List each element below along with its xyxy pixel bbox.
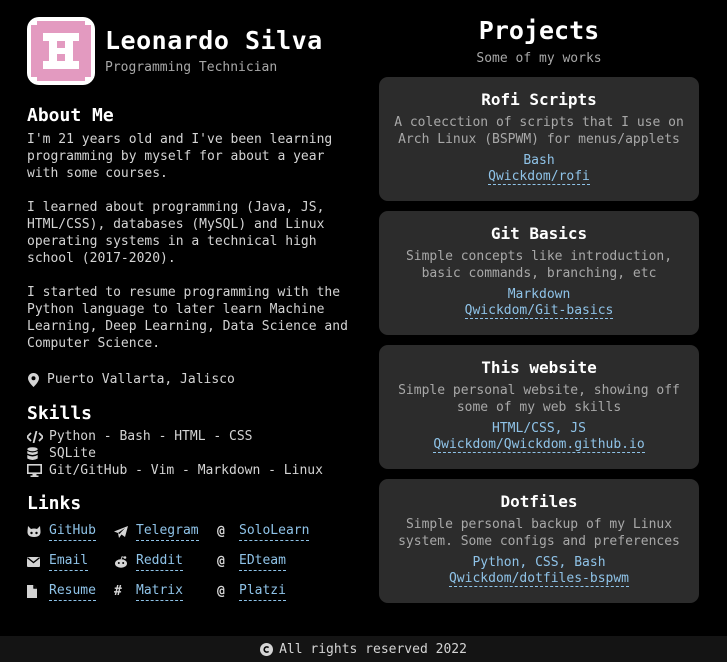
link-text[interactable]: EDteam [239, 553, 286, 571]
skill-text: Git/GitHub - Vim - Markdown - Linux [49, 463, 323, 478]
link-sololearn[interactable]: @ SoloLearn [217, 523, 327, 541]
link-matrix[interactable]: # Matrix [114, 583, 217, 601]
location-text: Puerto Vallarta, Jalisco [47, 372, 235, 387]
project-repo-link[interactable]: Qwickdom/dotfiles-bspwm [448, 571, 629, 587]
link-platzi[interactable]: @ Platzi [217, 583, 327, 601]
project-title: Dotfiles [500, 492, 578, 511]
project-card: Rofi Scripts A colecction of scripts tha… [379, 77, 699, 201]
code-icon [27, 430, 49, 443]
project-card: Dotfiles Simple personal backup of my Li… [379, 479, 699, 603]
map-pin-icon [28, 372, 39, 387]
at-icon: @ [217, 584, 225, 599]
link-text[interactable]: Platzi [239, 583, 286, 601]
profile-role: Programming Technician [105, 60, 278, 75]
copyright-icon [260, 642, 274, 656]
project-description: Simple personal website, showing off som… [398, 383, 680, 415]
link-text[interactable]: GitHub [49, 523, 96, 541]
profile-name: Leonardo Silva [105, 26, 323, 55]
project-repo-link[interactable]: Qwickdom/rofi [488, 169, 590, 185]
project-tech: Bash [523, 153, 555, 168]
link-reddit[interactable]: Reddit [114, 553, 217, 571]
link-text[interactable]: Reddit [136, 553, 183, 571]
project-repo-link[interactable]: Qwickdom/Qwickdom.github.io [433, 437, 645, 453]
skill-text: Python - Bash - HTML - CSS [49, 429, 253, 444]
project-repo-link[interactable]: Qwickdom/Git-basics [464, 303, 614, 319]
project-tech: Markdown [507, 287, 571, 302]
about-paragraph: I'm 21 years old and I've been learning … [27, 132, 333, 181]
link-text[interactable]: Matrix [136, 583, 183, 601]
skills-title: Skills [27, 403, 93, 424]
about-section: I'm 21 years old and I've been learning … [27, 131, 357, 352]
link-resume[interactable]: Resume [27, 583, 114, 601]
profile-column: Leonardo Silva Programming Technician Ab… [27, 16, 357, 601]
about-paragraph: I started to resume programming with the… [27, 285, 348, 351]
avatar [27, 16, 95, 85]
project-title: Git Basics [490, 224, 588, 243]
profile-header: Leonardo Silva Programming Technician [27, 16, 357, 85]
project-description: A colecction of scripts that I use on Ar… [394, 115, 684, 147]
skills-list: Python - Bash - HTML - CSS SQLite Git/Gi… [27, 428, 357, 479]
project-title: Rofi Scripts [481, 90, 597, 109]
reddit-icon [114, 555, 136, 568]
project-tech: HTML/CSS, JS [492, 421, 586, 436]
email-icon [27, 556, 49, 567]
link-text[interactable]: Telegram [136, 523, 199, 541]
at-icon: @ [217, 524, 225, 539]
hash-icon: # [114, 584, 122, 599]
link-telegram[interactable]: Telegram [114, 523, 217, 541]
skill-item: SQLite [27, 445, 357, 462]
about-title: About Me [27, 105, 114, 126]
link-text[interactable]: Email [49, 553, 89, 571]
monitor-icon [27, 464, 49, 477]
project-card: This website Simple personal website, sh… [379, 345, 699, 469]
links-grid: GitHub Telegram @ SoloLearn Email Reddit… [27, 523, 357, 601]
link-text[interactable]: SoloLearn [239, 523, 310, 541]
projects-subtitle: Some of my works [476, 51, 602, 66]
link-github[interactable]: GitHub [27, 523, 114, 541]
skill-text: SQLite [49, 446, 96, 461]
project-description: Simple personal backup of my Linux syste… [398, 517, 680, 549]
project-card: Git Basics Simple concepts like introduc… [379, 211, 699, 335]
file-icon [27, 585, 49, 598]
github-icon [27, 525, 49, 538]
footer-text: All rights reserved 2022 [279, 641, 467, 657]
skill-item: Git/GitHub - Vim - Markdown - Linux [27, 462, 357, 479]
projects-title: Projects [478, 16, 600, 45]
avatar-logo-icon [31, 20, 91, 81]
location: Puerto Vallarta, Jalisco [27, 371, 357, 388]
link-edteam[interactable]: @ EDteam [217, 553, 327, 571]
projects-column: Projects Some of my works Rofi Scripts A… [379, 16, 699, 603]
telegram-icon [114, 525, 136, 538]
link-text[interactable]: Resume [49, 583, 96, 601]
about-paragraph: I learned about programming (Java, JS, H… [27, 200, 325, 266]
projects-list: Rofi Scripts A colecction of scripts tha… [379, 77, 699, 603]
project-title: This website [481, 358, 597, 377]
database-icon [27, 446, 49, 461]
footer: All rights reserved 2022 [0, 636, 727, 662]
skill-item: Python - Bash - HTML - CSS [27, 428, 357, 445]
project-tech: Python, CSS, Bash [472, 555, 606, 570]
project-description: Simple concepts like introduction, basic… [405, 249, 673, 281]
link-email[interactable]: Email [27, 553, 114, 571]
links-title: Links [27, 493, 82, 514]
at-icon: @ [217, 554, 225, 569]
